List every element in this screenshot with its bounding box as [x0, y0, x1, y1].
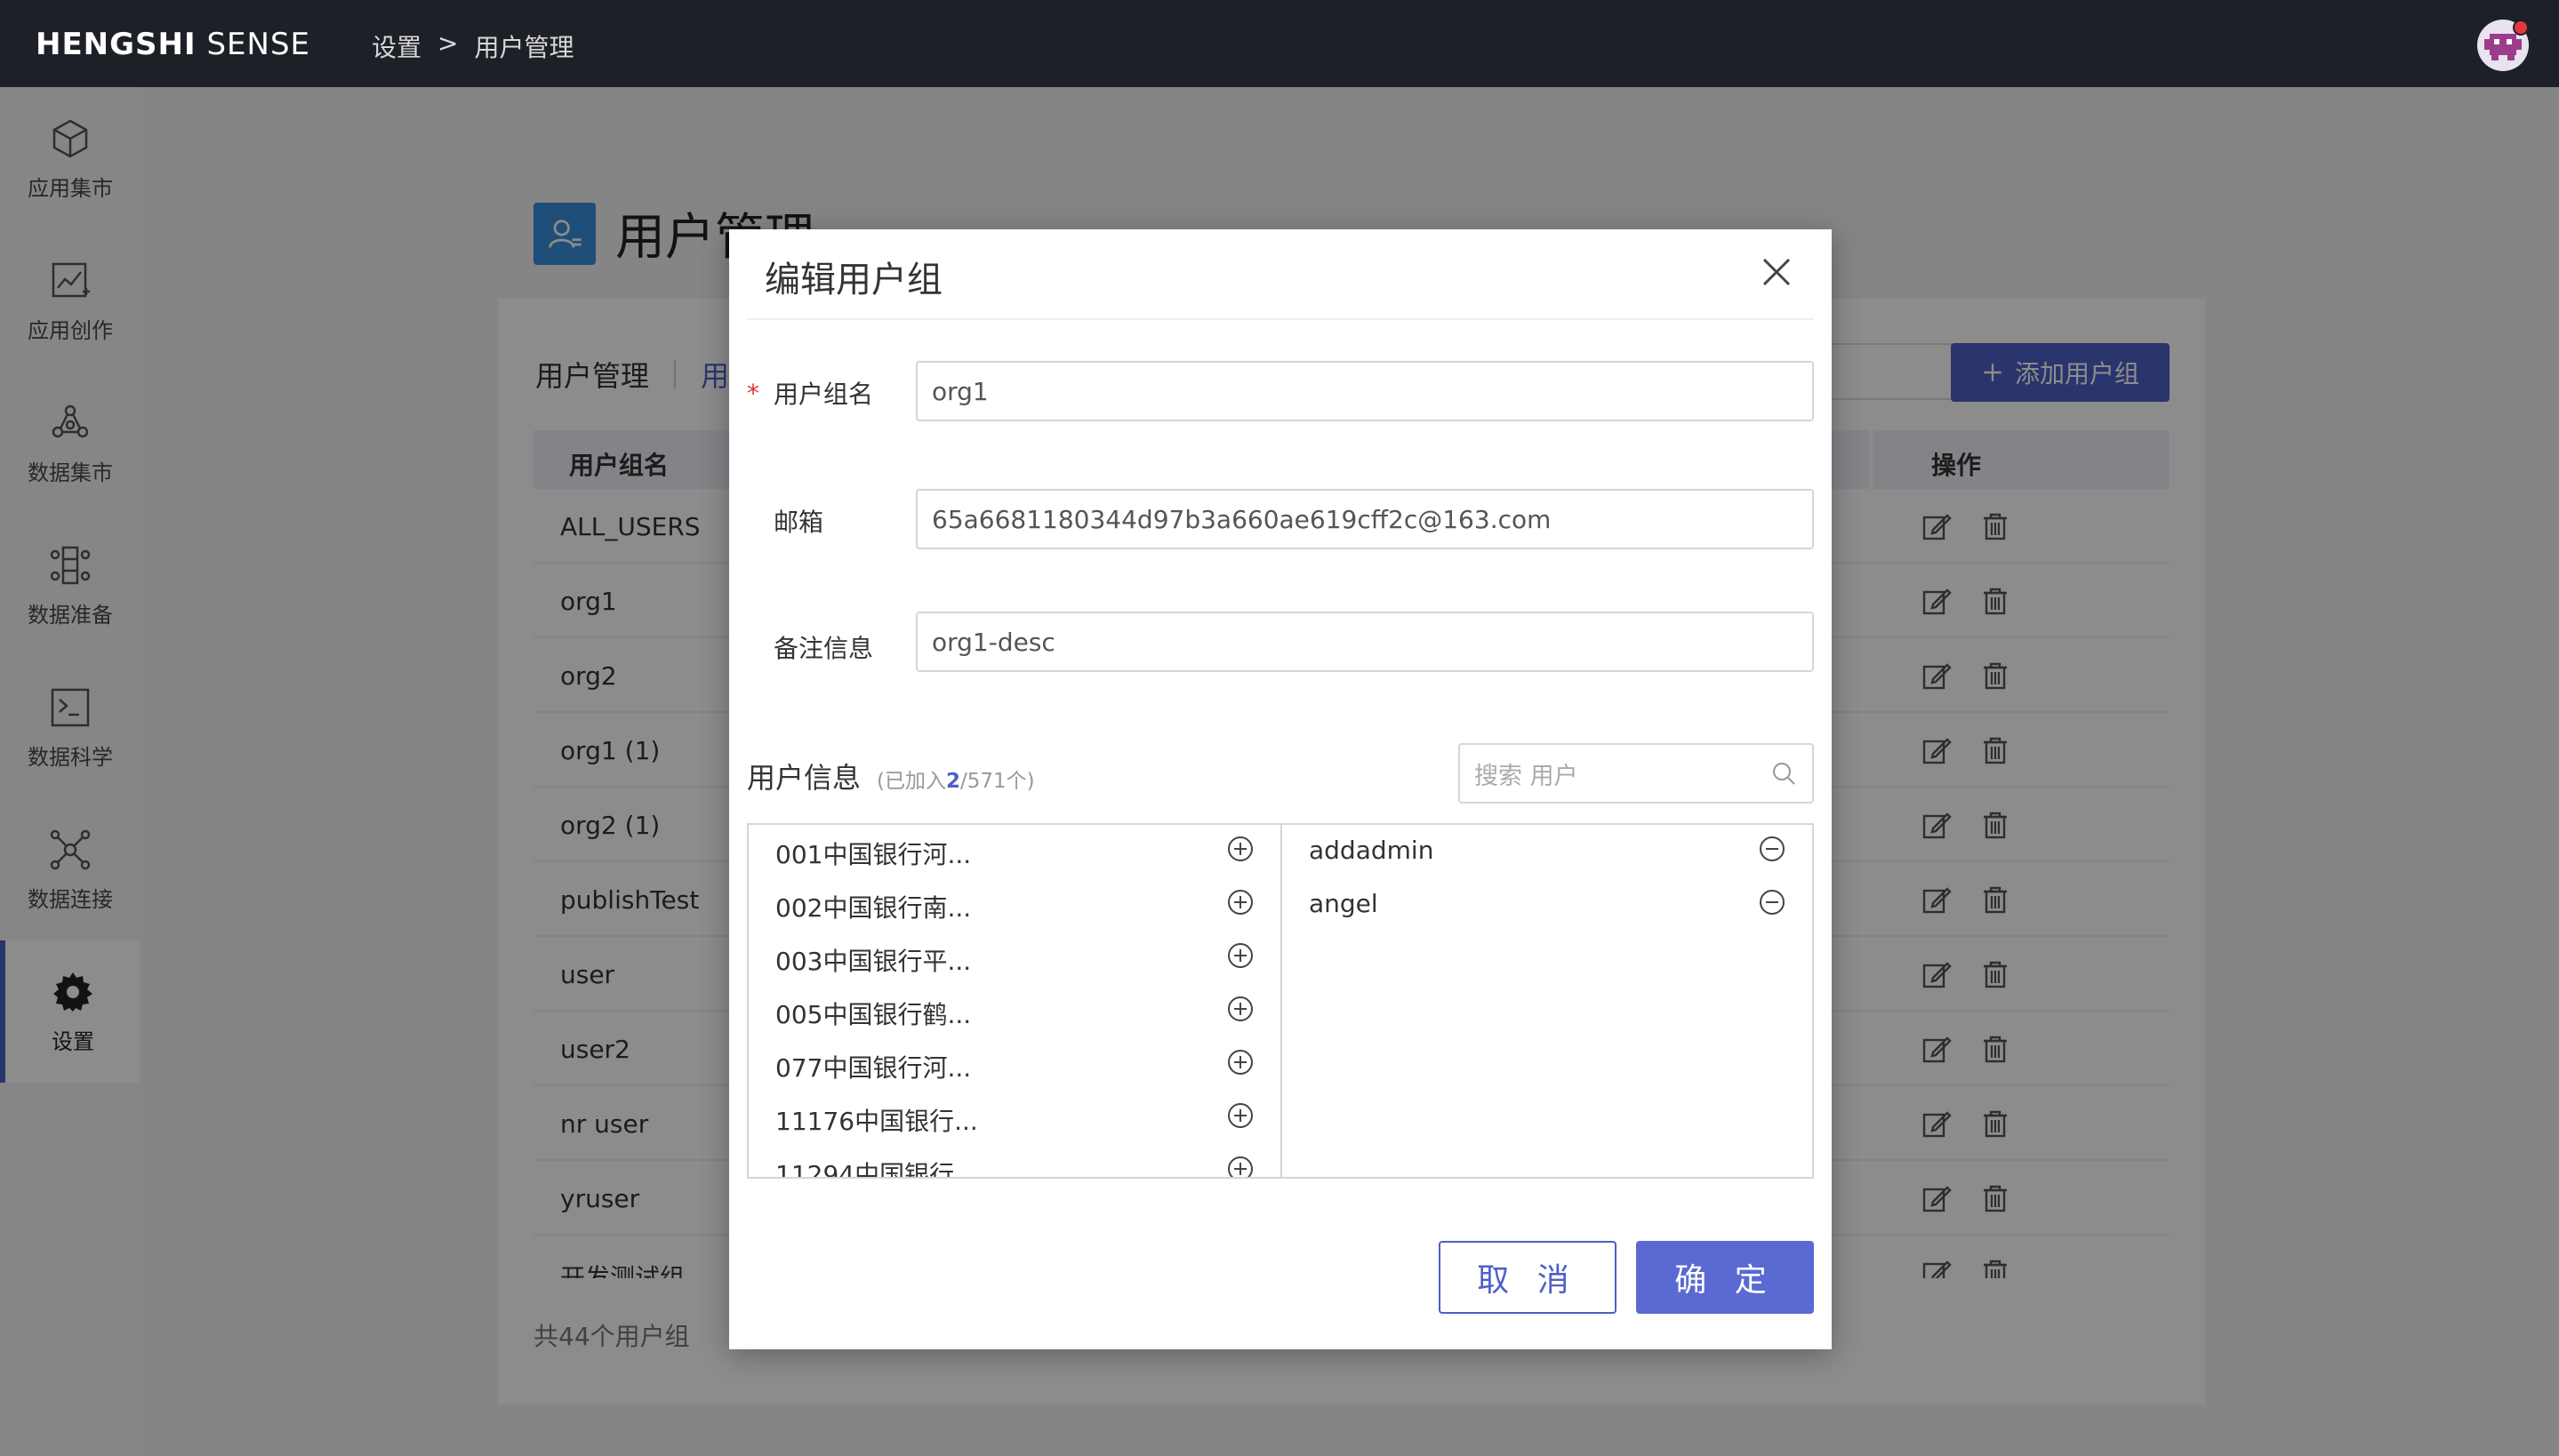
- user-name: addadmin: [1309, 836, 1434, 865]
- note-label: 备注信息: [774, 634, 874, 663]
- logo[interactable]: HENGSHI SENSE: [36, 27, 310, 62]
- breadcrumb: 设置 > 用户管理: [372, 28, 574, 64]
- user-name: 001中国银行河...: [775, 840, 972, 869]
- available-users-list[interactable]: 001中国银行河... 002中国银行南... 003中国银行平... 005中国银行…: [747, 823, 1282, 1179]
- add-circle-icon[interactable]: [1225, 887, 1255, 917]
- add-circle-icon[interactable]: [1225, 1047, 1255, 1077]
- breadcrumb-user-management: 用户管理: [474, 33, 574, 62]
- add-circle-icon[interactable]: [1225, 940, 1255, 971]
- breadcrumb-settings[interactable]: 设置: [372, 28, 421, 64]
- add-circle-icon[interactable]: [1225, 994, 1255, 1024]
- selected-users-list[interactable]: addadmin angel: [1280, 823, 1814, 1179]
- user-search-placeholder: 搜索 用户: [1474, 762, 1578, 790]
- note-input[interactable]: org1-desc: [916, 612, 1814, 672]
- edit-user-group-dialog: 编辑用户组 * 用户组名 org1 邮箱 65a6681180344d97b3a…: [729, 229, 1832, 1349]
- available-user-item[interactable]: 002中国银行南...: [749, 878, 1280, 932]
- user-name: 002中国银行南...: [775, 893, 972, 923]
- remove-circle-icon[interactable]: [1757, 834, 1787, 864]
- available-user-item[interactable]: 003中国银行平...: [749, 932, 1280, 985]
- available-user-item[interactable]: 005中国银行鹤...: [749, 985, 1280, 1038]
- selected-user-item[interactable]: angel: [1282, 878, 1812, 932]
- required-mark: *: [747, 379, 759, 408]
- user-info-title: 用户信息: [747, 761, 862, 795]
- user-name: 11176中国银行...: [775, 1107, 978, 1136]
- top-bar: HENGSHI SENSE 设置 > 用户管理: [0, 0, 2559, 87]
- count-prefix: (已加入: [877, 770, 946, 793]
- user-search-input[interactable]: 搜索 用户: [1458, 743, 1814, 804]
- cancel-button[interactable]: 取 消: [1439, 1241, 1616, 1314]
- user-count-note: (已加入2/571个): [877, 764, 1035, 794]
- logo-bold: HENGSHI: [36, 27, 197, 62]
- add-circle-icon[interactable]: [1225, 1154, 1255, 1179]
- email-input[interactable]: 65a6681180344d97b3a660ae619cff2c@163.com: [916, 489, 1814, 549]
- search-icon[interactable]: [1769, 759, 1798, 788]
- user-name: 11294中国银行...: [775, 1160, 978, 1179]
- logo-light: SENSE: [206, 27, 311, 62]
- add-circle-icon[interactable]: [1225, 1100, 1255, 1131]
- user-name: 005中国银行鹤...: [775, 1000, 972, 1029]
- add-circle-icon[interactable]: [1225, 834, 1255, 864]
- dialog-divider: [747, 318, 1814, 320]
- remove-circle-icon[interactable]: [1757, 887, 1787, 917]
- confirm-button[interactable]: 确 定: [1636, 1241, 1814, 1314]
- available-user-item[interactable]: 077中国银行河...: [749, 1038, 1280, 1092]
- available-user-item[interactable]: 11176中国银行...: [749, 1092, 1280, 1145]
- user-info-header: 用户信息 (已加入2/571个): [747, 756, 1035, 796]
- count-suffix: /571个): [960, 770, 1035, 793]
- notification-dot: [2513, 20, 2529, 36]
- available-user-item[interactable]: 11294中国银行...: [749, 1145, 1280, 1179]
- close-icon[interactable]: [1757, 252, 1796, 292]
- group-name-label: 用户组名: [774, 380, 874, 409]
- selected-user-item[interactable]: addadmin: [1282, 825, 1812, 878]
- email-label: 邮箱: [774, 508, 824, 537]
- available-user-item[interactable]: 001中国银行河...: [749, 825, 1280, 878]
- breadcrumb-separator: >: [437, 28, 459, 58]
- user-name: 003中国银行平...: [775, 947, 972, 976]
- group-name-input[interactable]: org1: [916, 361, 1814, 421]
- avatar[interactable]: [2477, 20, 2529, 71]
- dialog-title: 编辑用户组: [765, 260, 943, 300]
- user-name: 077中国银行河...: [775, 1053, 972, 1083]
- count-added: 2: [946, 770, 961, 793]
- user-name: angel: [1309, 889, 1378, 918]
